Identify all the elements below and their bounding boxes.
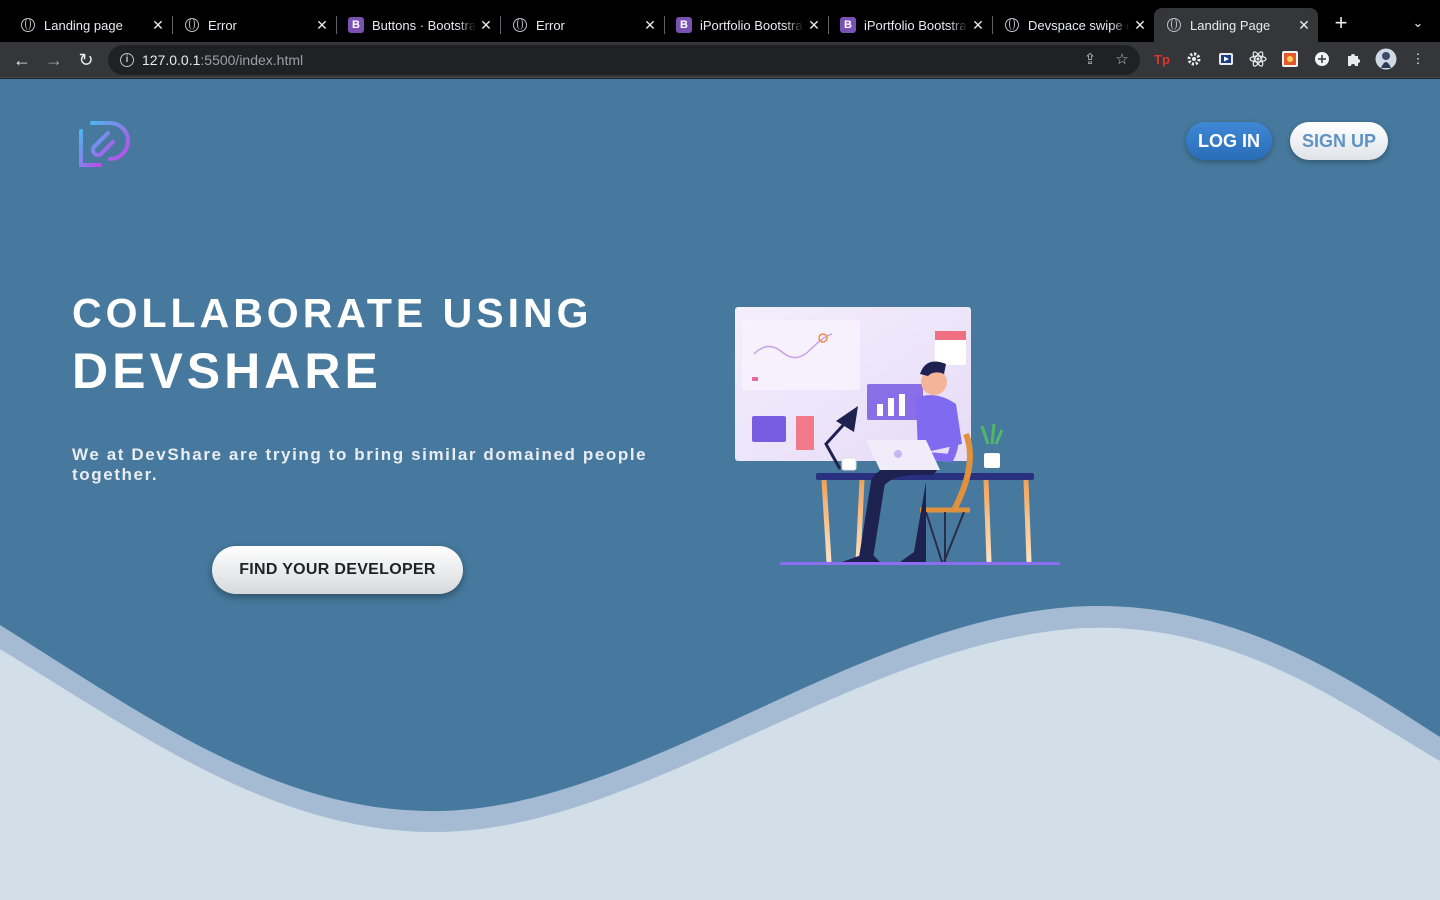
extension-tp-icon[interactable]: Tp: [1153, 50, 1171, 68]
chevron-down-icon[interactable]: ⌄: [1408, 12, 1428, 34]
extension-circle-icon[interactable]: [1313, 50, 1331, 68]
globe-icon: [1166, 17, 1182, 33]
react-icon[interactable]: [1249, 50, 1267, 68]
avatar[interactable]: [1375, 48, 1397, 70]
gear-icon[interactable]: [1185, 50, 1203, 68]
hero-title-line: COLLABORATE USING: [72, 290, 593, 336]
hero-title: COLLABORATE USING DEVSHARE: [72, 289, 593, 405]
address-bar[interactable]: i 127.0.0.1:5500/index.html ⇪ ☆: [108, 45, 1140, 75]
hero-title-line: DEVSHARE: [72, 343, 382, 399]
svg-text:Tp: Tp: [1154, 52, 1170, 67]
address-url[interactable]: 127.0.0.1:5500/index.html: [142, 52, 303, 68]
browser-tab[interactable]: B iPortfolio Bootstrap ✕: [656, 8, 829, 42]
bootstrap-icon: B: [348, 17, 364, 33]
back-arrow-icon[interactable]: ←: [10, 48, 34, 72]
share-icon[interactable]: ⇪: [1080, 50, 1100, 70]
close-icon[interactable]: ✕: [1130, 15, 1150, 35]
reload-icon[interactable]: ↻: [74, 48, 98, 72]
hero-subtitle: We at DevShare are trying to bring simil…: [72, 445, 648, 484]
tab-title: Landing Page: [1190, 17, 1271, 33]
tab-title: iPortfolio Bootstrap: [700, 17, 804, 33]
login-button[interactable]: LOG IN: [1186, 122, 1272, 160]
tab-title: Devspace swipe c: [1028, 17, 1130, 33]
find-developer-button[interactable]: FIND YOUR DEVELOPER: [212, 546, 463, 594]
browser-tab[interactable]: Devspace swipe c ✕: [984, 8, 1154, 42]
tab-title: Error: [208, 17, 237, 33]
forward-arrow-icon[interactable]: →: [42, 48, 66, 72]
page-viewport: LOG IN SIGN UP COLLABORATE USING DEVSHAR…: [0, 79, 1440, 900]
globe-icon: [1004, 17, 1020, 33]
tab-title: iPortfolio Bootstrap: [864, 17, 968, 33]
tab-title: Buttons · Bootstrap: [372, 17, 476, 33]
globe-icon: [20, 17, 36, 33]
info-icon[interactable]: i: [120, 53, 134, 67]
browser-tab-active[interactable]: Landing Page ✕: [1154, 8, 1318, 42]
kebab-menu-icon[interactable]: ⋮: [1409, 50, 1427, 68]
globe-icon: [184, 17, 200, 33]
tab-title: Error: [536, 17, 565, 33]
developer-at-desk-illustration: [735, 307, 1060, 565]
bootstrap-icon: B: [676, 17, 692, 33]
browser-tab[interactable]: Error ✕: [164, 8, 337, 42]
bootstrap-icon: B: [840, 17, 856, 33]
browser-tab[interactable]: Landing page ✕: [0, 8, 173, 42]
globe-icon: [512, 17, 528, 33]
new-tab-icon[interactable]: +: [1330, 12, 1352, 34]
extension-video-icon[interactable]: [1217, 50, 1235, 68]
signup-button[interactable]: SIGN UP: [1290, 122, 1388, 160]
puzzle-icon[interactable]: [1345, 50, 1363, 68]
devshare-logo: [79, 121, 130, 167]
star-icon[interactable]: ☆: [1112, 50, 1132, 70]
background-waves: [0, 606, 1440, 900]
tab-title: Landing page: [44, 17, 123, 33]
browser-tab-strip: Landing page ✕ Error ✕ B Buttons · Boots…: [0, 0, 1440, 42]
extension-colorpicker-icon[interactable]: [1281, 50, 1299, 68]
browser-tab[interactable]: B iPortfolio Bootstrap ✕: [820, 8, 993, 42]
browser-tab[interactable]: Error ✕: [492, 8, 665, 42]
close-icon[interactable]: ✕: [1294, 15, 1314, 35]
browser-tab[interactable]: B Buttons · Bootstrap ✕: [328, 8, 501, 42]
